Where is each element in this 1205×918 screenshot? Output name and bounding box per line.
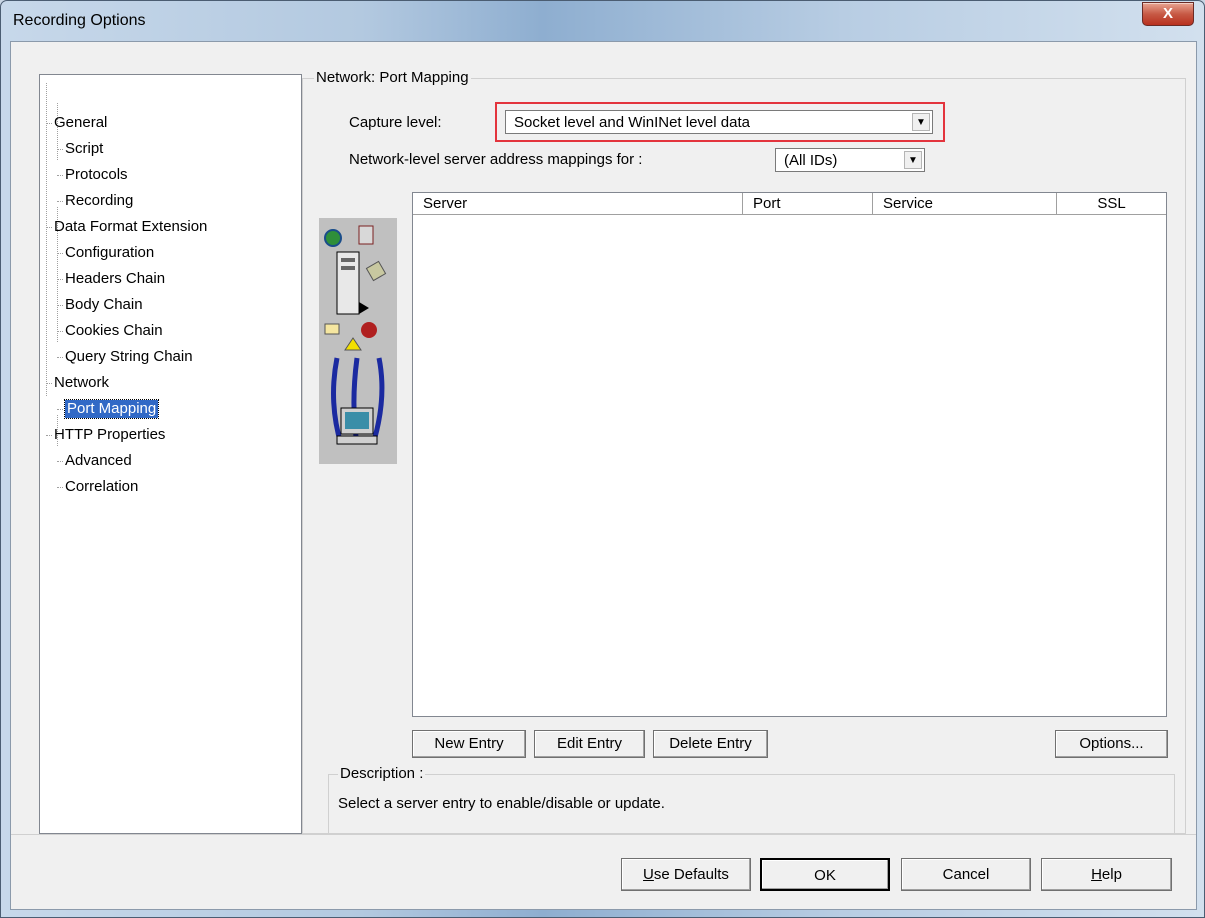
- mappings-value: (All IDs): [784, 152, 838, 169]
- tree-connector: [57, 487, 63, 488]
- window-title: Recording Options: [13, 12, 146, 29]
- tree-connector: [57, 461, 63, 462]
- tree-item-query-string-chain[interactable]: Query String Chain: [65, 348, 193, 366]
- tree-item-protocols[interactable]: Protocols: [65, 166, 128, 184]
- group-title: Network: Port Mapping: [314, 69, 471, 86]
- dialog-client-area: General Script Protocols Recording Data …: [10, 41, 1197, 910]
- help-mnemonic: H: [1091, 866, 1102, 883]
- edit-entry-button[interactable]: Edit Entry: [534, 730, 645, 758]
- capture-level-label: Capture level:: [349, 114, 442, 131]
- help-button[interactable]: Help: [1041, 858, 1172, 891]
- column-server[interactable]: Server: [413, 193, 743, 215]
- tree-connector: [57, 331, 63, 332]
- tree-connector: [57, 175, 63, 176]
- tree-connector: [46, 83, 47, 396]
- close-icon: X: [1162, 5, 1173, 22]
- tree-item-correlation[interactable]: Correlation: [65, 478, 138, 496]
- tree-connector: [57, 253, 63, 254]
- description-title: Description :: [338, 765, 426, 782]
- tree-connector: [57, 409, 63, 410]
- ok-button[interactable]: OK: [760, 858, 890, 891]
- tree-item-headers-chain[interactable]: Headers Chain: [65, 270, 165, 288]
- list-header: Server Port Service SSL: [413, 193, 1166, 215]
- tree-connector: [46, 227, 52, 228]
- tree-connector: [46, 435, 52, 436]
- chevron-down-icon[interactable]: ▼: [904, 151, 922, 169]
- tree-item-script[interactable]: Script: [65, 140, 103, 158]
- delete-entry-button[interactable]: Delete Entry: [653, 730, 768, 758]
- tree-connector: [57, 305, 63, 306]
- network-illustration-icon: [324, 225, 387, 445]
- mappings-select[interactable]: (All IDs) ▼: [775, 148, 925, 172]
- use-defaults-mnemonic: U: [643, 866, 654, 883]
- use-defaults-button[interactable]: Use Defaults: [621, 858, 751, 891]
- tree-connector: [57, 149, 63, 150]
- new-entry-button[interactable]: New Entry: [412, 730, 526, 758]
- server-mappings-list[interactable]: Server Port Service SSL: [412, 192, 1167, 717]
- recording-options-window: Recording Options X General Script Proto…: [0, 0, 1205, 918]
- tree-item-general[interactable]: General: [54, 114, 107, 132]
- help-label: elp: [1101, 866, 1122, 883]
- tree-item-cookies-chain[interactable]: Cookies Chain: [65, 322, 163, 340]
- tree-item-network[interactable]: Network: [54, 374, 109, 392]
- tree-connector: [57, 279, 63, 280]
- options-button[interactable]: Options...: [1055, 730, 1168, 758]
- tree-connector: [57, 357, 63, 358]
- tree-item-http-properties[interactable]: HTTP Properties: [54, 426, 165, 444]
- tree-item-configuration[interactable]: Configuration: [65, 244, 154, 262]
- tree-item-recording[interactable]: Recording: [65, 192, 133, 210]
- tree-item-advanced[interactable]: Advanced: [65, 452, 132, 470]
- use-defaults-label: se Defaults: [653, 866, 729, 883]
- tree-item-data-format-extension[interactable]: Data Format Extension: [54, 218, 207, 236]
- tree-connector: [46, 383, 52, 384]
- tree-item-body-chain[interactable]: Body Chain: [65, 296, 143, 314]
- network-illustration: [319, 218, 397, 464]
- mappings-label: Network-level server address mappings fo…: [349, 151, 643, 168]
- column-port[interactable]: Port: [743, 193, 873, 215]
- options-tree[interactable]: General Script Protocols Recording Data …: [39, 74, 302, 834]
- divider: [11, 834, 1196, 835]
- close-button[interactable]: X: [1142, 2, 1194, 26]
- tree-connector: [57, 201, 63, 202]
- capture-level-select[interactable]: Socket level and WinINet level data ▼: [505, 110, 933, 134]
- column-ssl[interactable]: SSL: [1057, 193, 1166, 215]
- title-bar[interactable]: Recording Options X: [1, 1, 1204, 41]
- cancel-button[interactable]: Cancel: [901, 858, 1031, 891]
- tree-item-port-mapping[interactable]: Port Mapping: [63, 399, 160, 419]
- chevron-down-icon[interactable]: ▼: [912, 113, 930, 131]
- column-service[interactable]: Service: [873, 193, 1057, 215]
- tree-connector: [46, 123, 52, 124]
- description-text: Select a server entry to enable/disable …: [338, 795, 665, 812]
- capture-level-value: Socket level and WinINet level data: [514, 114, 750, 131]
